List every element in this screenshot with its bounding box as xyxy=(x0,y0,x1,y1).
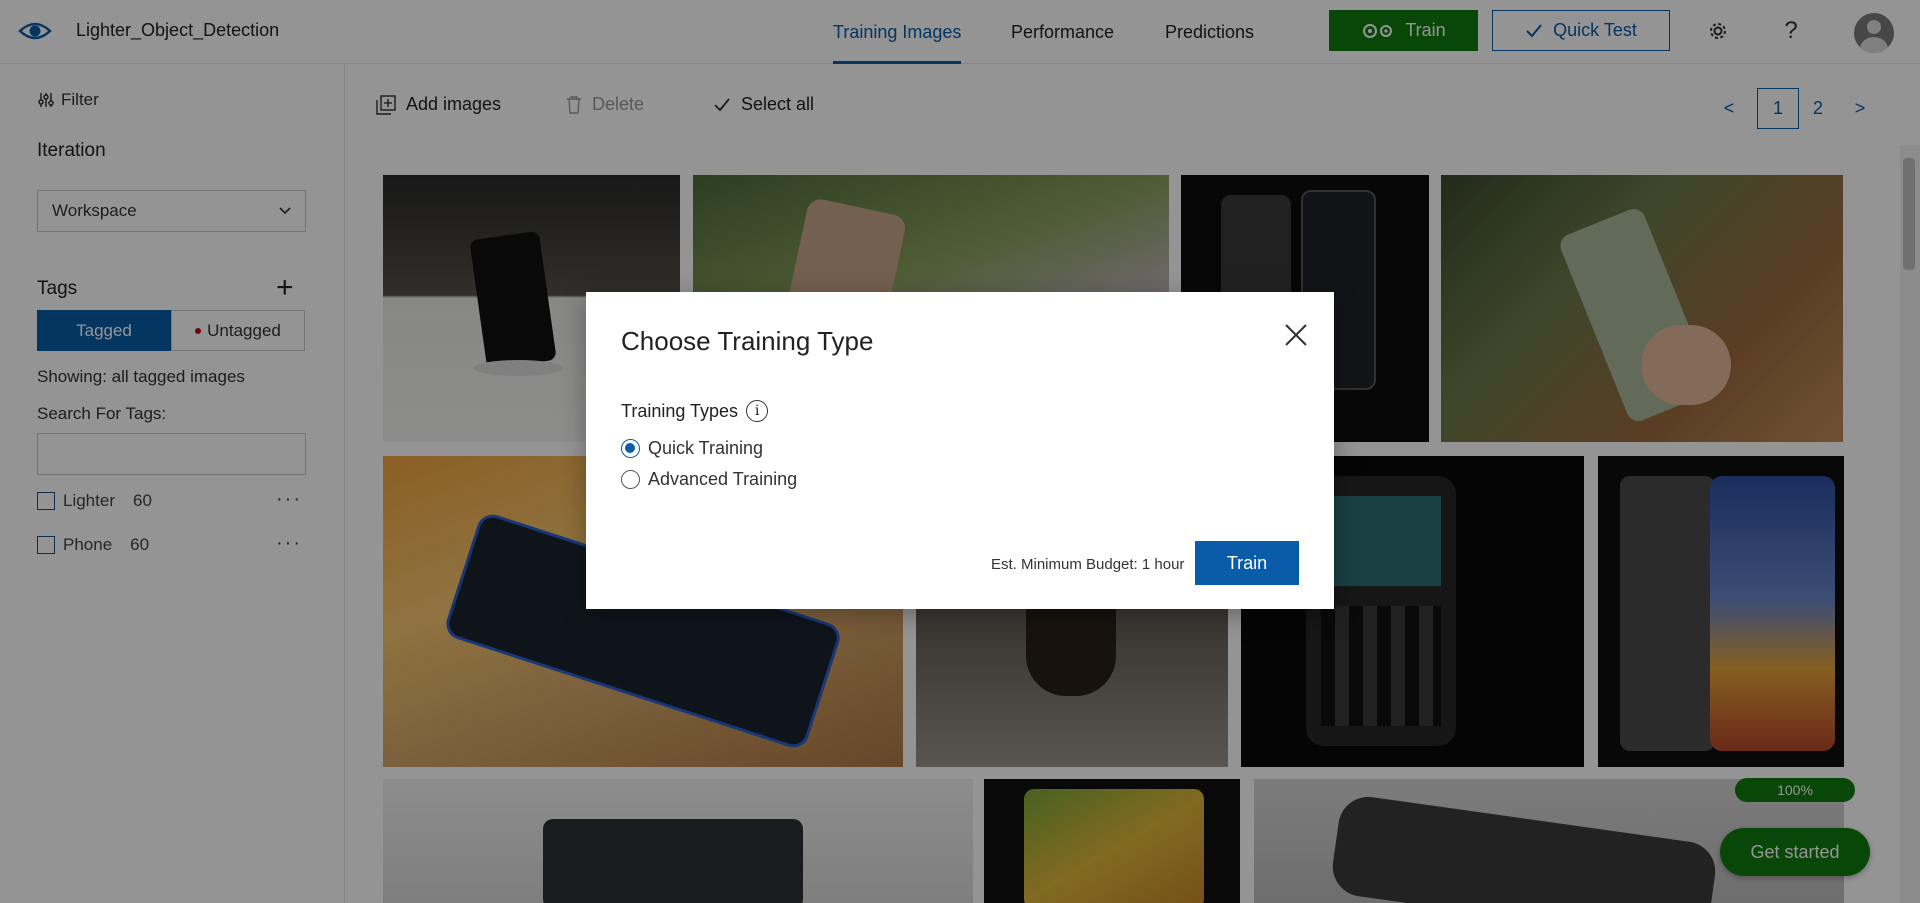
quick-training-option[interactable]: Quick Training xyxy=(621,438,763,459)
quick-training-label: Quick Training xyxy=(648,438,764,458)
radio-selected-icon[interactable] xyxy=(621,439,640,458)
advanced-training-option[interactable]: Advanced Training xyxy=(621,469,797,490)
close-icon[interactable] xyxy=(1283,322,1309,348)
training-types-text: Training Types xyxy=(621,400,739,421)
info-icon[interactable]: i xyxy=(746,400,769,422)
training-types-label: Training Types i xyxy=(621,400,769,422)
dialog-train-button[interactable]: Train xyxy=(1195,541,1299,585)
dialog-title: Choose Training Type xyxy=(621,326,874,356)
choose-training-type-dialog: Choose Training Type Training Types i Qu… xyxy=(586,292,1334,609)
budget-text: Est. Minimum Budget: 1 hour xyxy=(991,556,1185,573)
radio-unselected-icon[interactable] xyxy=(621,470,640,489)
advanced-training-label: Advanced Training xyxy=(648,469,798,489)
